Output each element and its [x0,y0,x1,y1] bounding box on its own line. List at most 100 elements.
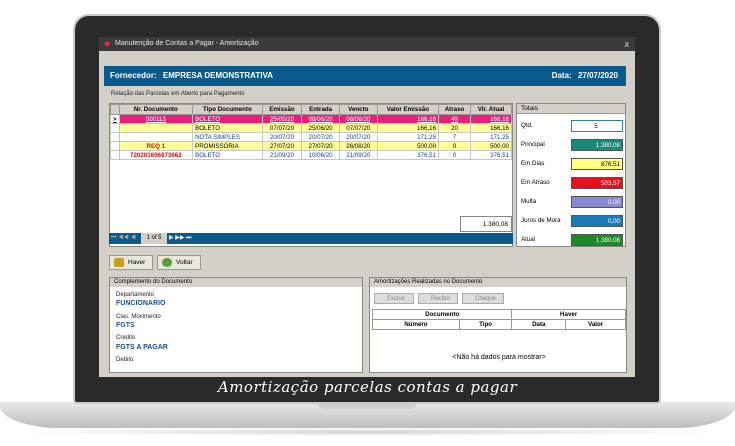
pager-page-indicator: 1 of 5 [141,233,167,244]
grid-column-header[interactable]: Entrada [301,104,340,115]
table-row[interactable]: REQ 1 PROMISSÓRIA 27/07/20 27/07/20 26/08/20… [110,141,513,151]
grid-cell-doc: 720201696873662 [118,150,194,160]
col-data: Data [511,319,567,330]
totals-row: Principal 1.380,08 [521,139,623,151]
cheque-button[interactable]: Cheque [462,293,504,304]
grid-cell-doc [118,123,194,133]
empty-cell [377,187,438,196]
empty-cell [439,160,471,169]
empty-cell [262,205,302,214]
laptop-shadow [10,428,725,436]
empty-cell [193,169,263,178]
empty-cell [262,196,302,205]
haver-button[interactable]: Haver [109,255,153,270]
debit-label: Debito [116,357,134,363]
grid-cell-marker [110,132,120,142]
amortizations-title: Amortizações Realizadas no Documento [370,278,626,287]
empty-row [111,187,512,196]
empty-cell [302,196,340,205]
grid-column-header[interactable]: Vencto [338,104,378,115]
grid-cell-emissao: 07/07/20 [261,123,303,133]
empty-cell [439,196,471,205]
close-icon[interactable]: x [625,37,630,51]
grid-cell-valor: 500,00 [376,141,440,151]
grid-cell-vencto: 21/09/20 [338,150,378,160]
grid-cell-type: NOTA SIMPLES [192,132,263,142]
excluir-label: Excluir [387,296,406,302]
totals-title: Totais [517,104,625,114]
empty-cell [119,205,192,214]
recibo-button[interactable]: Recibo [418,293,458,304]
grid-column-header[interactable]: Tipo Documento [192,104,263,115]
empty-message: <Não há dados para mostrar> [452,354,546,361]
empty-row [111,196,512,205]
department-value: FUNCIONARIO [116,300,166,307]
grid-cell-marker: > [110,114,120,124]
empty-row [111,205,512,214]
grid-column-header[interactable]: Atraso [438,104,471,115]
empty-cell [470,187,511,196]
grid-cell-entrada: 10/06/20 [301,150,340,160]
empty-row [111,160,512,169]
totals-row: Qtd. 5 [521,120,623,132]
empty-cell [119,187,192,196]
empty-cell [119,178,192,187]
totals-value: 503,57 [571,177,623,189]
installments-grid[interactable]: Nr. Documento Tipo Documento Emissão Entrad… [109,103,513,247]
empty-cell [119,160,192,169]
app-icon: ◆ [104,39,111,48]
empty-cell [377,196,438,205]
pager-next-buttons[interactable]: ▶ ▶▶ ⏭ [169,234,192,243]
empty-cell [262,160,302,169]
totals-row: Em Atraso 503,57 [521,177,623,189]
empty-cell [119,169,192,178]
grid-cell-type: BOLETO [192,114,263,124]
grid-cell-entrada: 08/06/20 [301,114,340,124]
table-row[interactable]: >000115 BOLETO 25/05/20 08/06/20 08/06/20 166… [110,114,513,124]
grid-cell-vencto: 26/08/20 [338,141,378,151]
totals-value: 5 [571,120,623,132]
class-value: FGTS [116,322,135,329]
grid-column-header[interactable]: Nr. Documento [118,104,194,115]
grid-column-header[interactable]: Vlr. Atual [469,104,513,115]
grid-cell-vencto: 08/06/20 [338,114,378,124]
totals-label: Em Atraso [521,179,550,186]
empty-cell [377,178,438,187]
amortizations-table: Documento Haver Número Tipo Data Valor [371,309,626,330]
table-row[interactable]: BOLETO 07/07/20 25/06/20 07/07/20 166,16 20 16… [110,123,513,133]
empty-cell [193,178,263,187]
empty-cell [262,178,302,187]
grid-cell-valor: 376,51 [376,150,440,160]
grid-cell-type: BOLETO [192,123,263,133]
credit-value: FGTS A PAGAR [116,344,168,351]
supplier-name: EMPRESA DEMONSTRATIVA [162,71,273,80]
grid-cell-atraso: 0 [438,141,471,151]
empty-cell [111,160,120,169]
totals-value: 876,51 [571,158,623,170]
supplier-bar: Fornecedor: EMPRESA DEMONSTRATIVA Data: … [104,66,626,86]
col-numero: Número [372,319,460,330]
empty-row [111,169,512,178]
grid-cell-entrada: 25/06/20 [301,123,340,133]
totals-label: Principal [521,141,545,148]
group-header-haver: Haver [511,309,626,320]
totals-row: Multa 0,00 [521,196,623,208]
voltar-button[interactable]: Voltar [157,255,201,270]
table-row[interactable]: NOTA SIMPLES 20/07/20 20/07/20 20/07/20 171,… [110,132,513,142]
credit-label: Credito [116,335,136,341]
empty-cell [339,205,377,214]
table-row[interactable]: 720201696873662 BOLETO 21/09/20 10/06/20 21/… [110,150,513,160]
grid-cell-valor: 166,16 [376,114,440,124]
window-titlebar: ◆ Manutenção de Contas a Pagar - Amortiz… [99,37,635,51]
class-label: Clas. Movimento [116,314,161,320]
pager-prev-buttons[interactable]: ⏮ ◀◀ ◀ [111,234,136,243]
grid-cell-doc: REQ 1 [118,141,194,151]
grid-cell-atual: 166,16 [469,123,513,133]
grid-column-header[interactable]: Valor Emissão [376,104,440,115]
grid-column-header[interactable]: Emissão [261,104,303,115]
grid-cell-doc: 000115 [118,114,194,124]
amortizations-panel: Amortizações Realizadas no Documento Exc… [369,277,627,373]
excluir-button[interactable]: Excluir [374,293,414,304]
empty-cell [111,169,120,178]
empty-cell [377,169,438,178]
